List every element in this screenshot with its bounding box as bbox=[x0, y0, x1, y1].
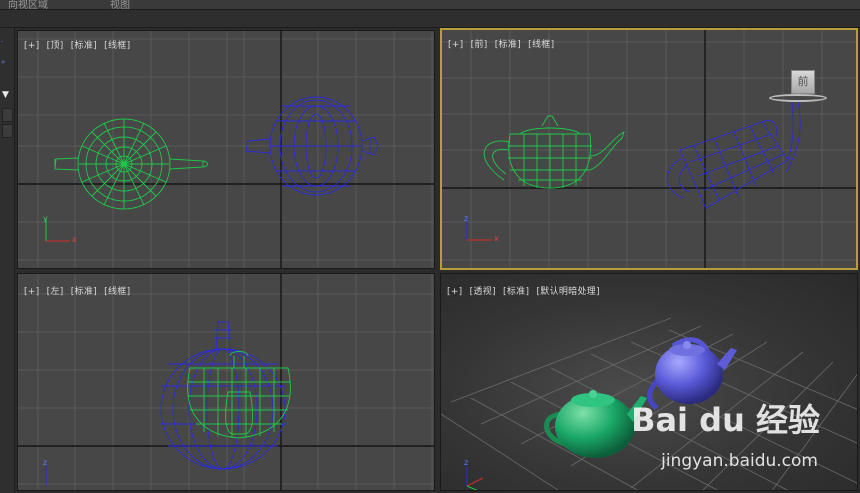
menu-bar: 向视区域 视图 bbox=[0, 0, 860, 11]
expand-icon[interactable]: » bbox=[1, 58, 5, 66]
watermark-url: jingyan.baidu.com bbox=[661, 451, 818, 471]
dropdown-arrow-icon[interactable]: ▼ bbox=[2, 90, 9, 100]
viewport-shading-std[interactable]: [标准] bbox=[71, 41, 97, 51]
viewport-top-label: [+] [顶] [标准] [线框] bbox=[24, 38, 134, 51]
viewport-menu-plus[interactable]: [+] bbox=[24, 41, 39, 51]
green-teapot-top[interactable] bbox=[54, 118, 208, 210]
ribbon-strip bbox=[0, 10, 860, 28]
viewport-left-label: [+] [左] [标准] [线框] bbox=[24, 284, 134, 297]
viewport-front-canvas bbox=[442, 30, 856, 268]
viewport-left-canvas bbox=[18, 274, 434, 490]
toolbar-slot[interactable] bbox=[2, 124, 13, 138]
max-app-window: 向视区域 视图 · » ▼ y x [+] [顶] [标准] [线框] z x … bbox=[0, 0, 860, 493]
axis-x-label: x bbox=[494, 234, 499, 243]
axis-z-label: z bbox=[464, 214, 469, 223]
viewport-menu-plus[interactable]: [+] bbox=[24, 287, 39, 297]
viewport-display-mode[interactable]: [线框] bbox=[104, 287, 130, 297]
axis-x-label: x bbox=[72, 235, 77, 244]
viewport-display-mode[interactable]: [线框] bbox=[528, 40, 554, 50]
viewcube-ring[interactable] bbox=[769, 94, 827, 102]
viewport-view-name[interactable]: [顶] bbox=[47, 41, 64, 51]
axis-gizmo-persp bbox=[466, 466, 484, 490]
blue-teapot-front[interactable] bbox=[666, 99, 801, 209]
axis-gizmo-top bbox=[45, 218, 70, 242]
viewport-menu-plus[interactable]: [+] bbox=[448, 40, 463, 50]
grid bbox=[18, 274, 434, 490]
viewport-shading-std[interactable]: [标准] bbox=[495, 40, 521, 50]
viewport-top[interactable]: y x [+] [顶] [标准] [线框] bbox=[17, 30, 435, 269]
viewport-view-name[interactable]: [左] bbox=[47, 287, 64, 297]
viewport-perspective-label: [+] [透视] [标准] [默认明暗处理] bbox=[447, 284, 604, 297]
viewport-left[interactable]: z [+] [左] [标准] [线框] bbox=[17, 273, 435, 491]
pin-icon[interactable]: · bbox=[1, 38, 3, 46]
viewport-view-name[interactable]: [前] bbox=[471, 40, 488, 50]
toolbar-slot[interactable] bbox=[2, 108, 13, 122]
viewport-menu-plus[interactable]: [+] bbox=[447, 287, 462, 297]
viewport-shading-std[interactable]: [标准] bbox=[71, 287, 97, 297]
watermark-logo: Bai du 经验 bbox=[631, 401, 820, 439]
viewcube[interactable]: 前 bbox=[791, 70, 815, 94]
blue-teapot-left[interactable] bbox=[160, 321, 286, 470]
viewport-view-name[interactable]: [透视] bbox=[470, 287, 496, 297]
viewport-front[interactable]: z x 前 [+] [前] [标准] [线框] bbox=[440, 28, 858, 270]
viewport-display-mode[interactable]: [线框] bbox=[104, 41, 130, 51]
left-toolbar: · » ▼ bbox=[0, 28, 15, 493]
green-teapot-front[interactable] bbox=[483, 115, 625, 189]
viewport-shading-std[interactable]: [标准] bbox=[503, 287, 529, 297]
axis-z-label: z bbox=[464, 458, 469, 467]
viewport-front-label: [+] [前] [标准] [线框] bbox=[448, 37, 558, 50]
viewport-display-mode[interactable]: [默认明暗处理] bbox=[536, 287, 599, 297]
viewport-top-canvas bbox=[18, 31, 434, 268]
axis-y-label: y bbox=[43, 214, 48, 223]
axis-z-label: z bbox=[43, 458, 48, 467]
